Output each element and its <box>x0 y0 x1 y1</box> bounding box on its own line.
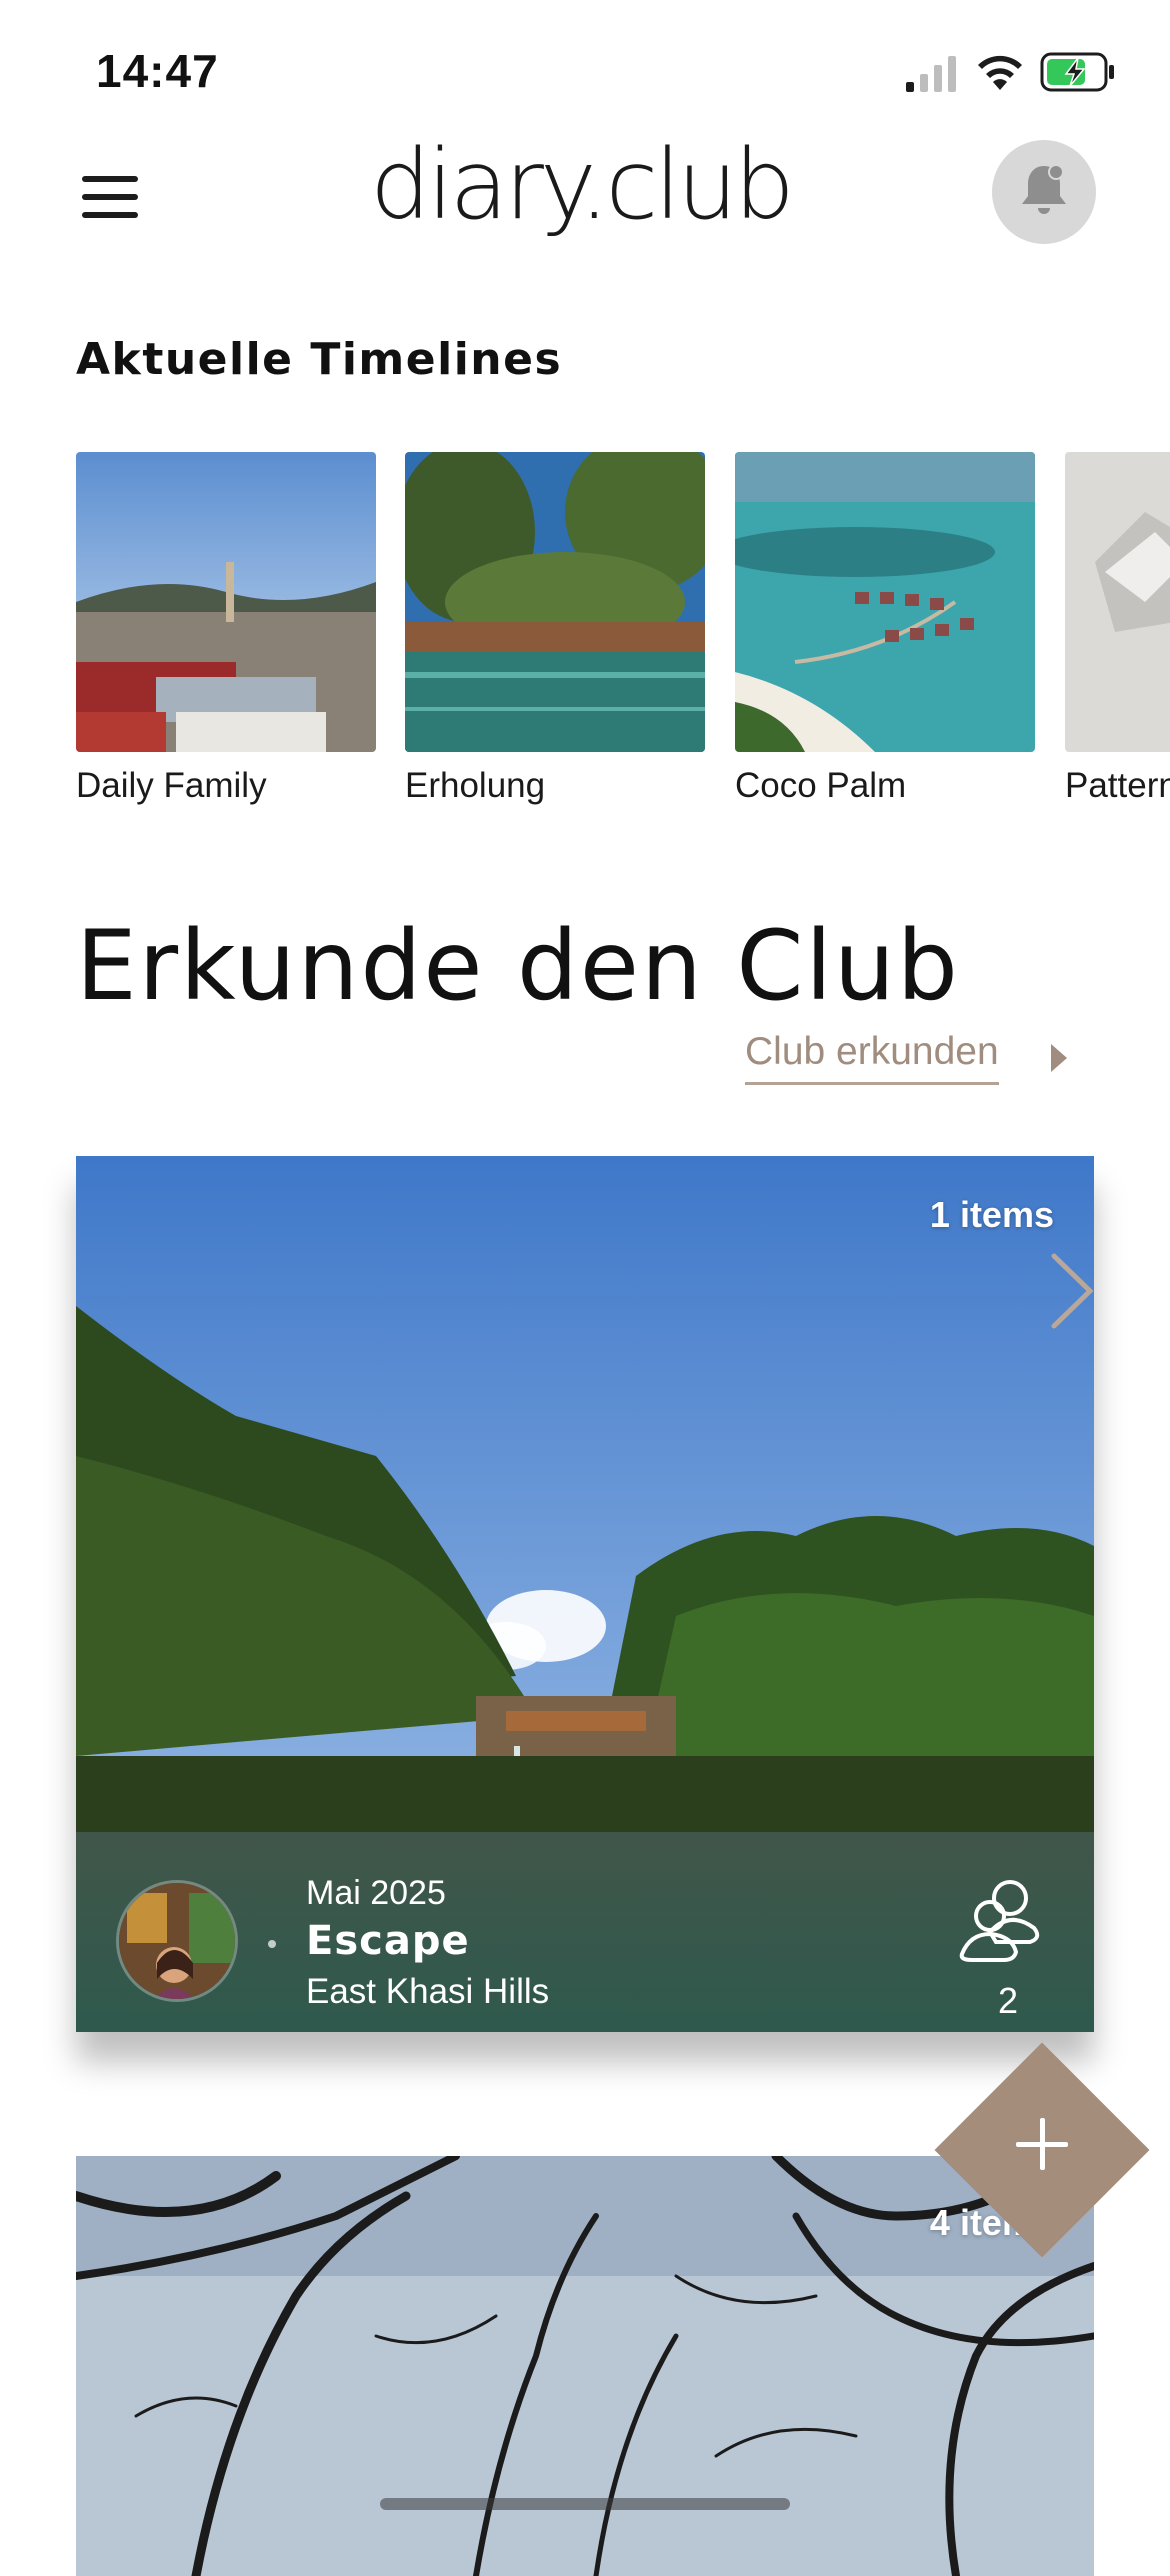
club-card[interactable]: 1 items Mai 2025 Escape East Khasi Hills… <box>76 1156 1094 2032</box>
battery-charging-icon <box>1040 52 1114 92</box>
explore-club-link-label: Club erkunden <box>745 1030 999 1085</box>
club-card[interactable]: 4 items <box>76 2156 1094 2576</box>
members-icon <box>959 1880 1040 1962</box>
timeline-label: Daily Family <box>76 766 267 805</box>
separator-dot <box>268 1940 276 1948</box>
card-title: Escape <box>306 1918 470 1964</box>
signal-icon <box>906 56 956 92</box>
timeline-item-pattern[interactable]: Pattern <box>1065 452 1170 806</box>
timeline-item-coco-palm[interactable]: Coco Palm <box>735 452 1035 806</box>
explore-club-link[interactable]: Club erkunden <box>745 1030 1067 1090</box>
explore-title: Erkunde den Club <box>76 910 960 1022</box>
card-items-count: 1 items <box>929 1194 1054 1235</box>
status-bar: 14:47 <box>0 0 1170 140</box>
timeline-label: Pattern <box>1065 766 1170 805</box>
timelines-carousel[interactable]: Daily Family Erholung Coco Palm Pattern <box>0 452 1170 832</box>
timeline-label: Coco Palm <box>735 766 907 805</box>
timeline-label: Erholung <box>405 766 546 805</box>
home-indicator <box>380 2498 790 2510</box>
timeline-thumbnail <box>735 452 1035 752</box>
chevron-right-icon[interactable] <box>1042 1246 1094 1336</box>
hamburger-menu-icon[interactable] <box>82 176 142 220</box>
timeline-thumbnail <box>405 452 705 752</box>
status-time: 14:47 <box>96 45 219 97</box>
plus-icon <box>1016 2118 1068 2170</box>
card-location: East Khasi Hills <box>306 1972 550 2011</box>
timeline-thumbnail <box>1065 452 1170 752</box>
avatar[interactable] <box>116 1880 238 2002</box>
wifi-icon <box>978 55 1022 90</box>
notifications-button[interactable] <box>992 140 1096 244</box>
timeline-item-daily-family[interactable]: Daily Family <box>76 452 376 806</box>
card-date: Mai 2025 <box>306 1874 446 1912</box>
card-footer: Mai 2025 Escape East Khasi Hills 2 <box>76 1832 1094 2032</box>
app-header: diary.club <box>0 130 1170 260</box>
card-members-count: 2 <box>997 1980 1018 2021</box>
timelines-section-title: Aktuelle Timelines <box>76 334 563 385</box>
timeline-thumbnail <box>76 452 376 752</box>
bell-icon <box>1022 164 1066 214</box>
chevron-right-icon <box>1051 1044 1067 1072</box>
app-logo: diary.club <box>370 129 795 241</box>
timeline-item-erholung[interactable]: Erholung <box>405 452 705 806</box>
